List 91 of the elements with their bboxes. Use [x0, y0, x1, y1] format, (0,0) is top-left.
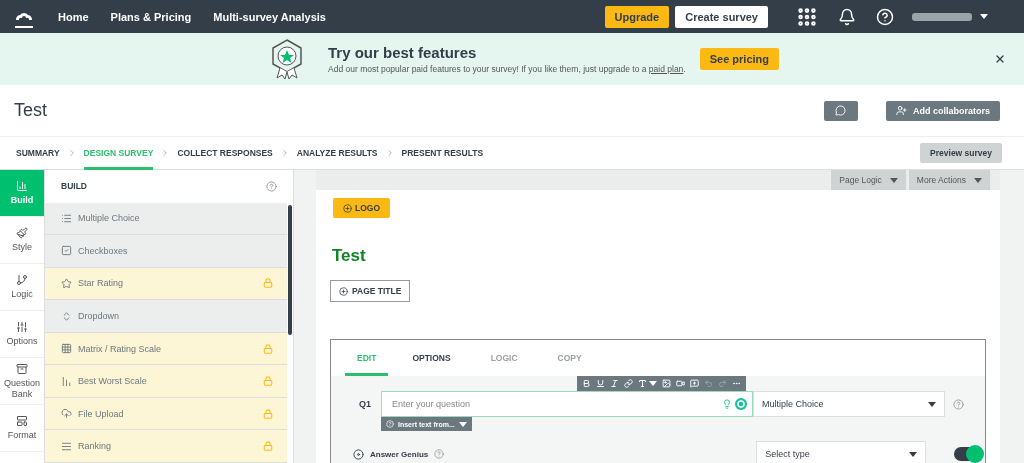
bold-icon — [582, 379, 591, 388]
preview-survey-button[interactable]: Preview survey — [920, 143, 1002, 163]
caret-icon — [909, 451, 918, 457]
question-type-item[interactable]: Multiple Choice — [45, 202, 287, 236]
lock-icon — [263, 278, 273, 289]
upgrade-button[interactable]: Upgrade — [604, 5, 670, 28]
create-survey-button[interactable]: Create survey — [675, 5, 768, 28]
lock-icon — [263, 376, 273, 387]
action-dropdown[interactable]: Page Logic — [831, 170, 906, 190]
close-icon[interactable] — [994, 53, 1006, 65]
action-dropdown[interactable]: More Actions — [908, 170, 990, 190]
blurred-username[interactable] — [912, 12, 972, 21]
lines-icon — [61, 440, 72, 452]
banner-text: Add our most popular paid features to your survey! If you like them, just upgrade to a paid plan. — [328, 64, 686, 74]
question-type-item[interactable]: Matrix / Rating Scale — [45, 332, 287, 366]
plus-circle-icon — [339, 286, 348, 296]
help-icon — [434, 449, 445, 459]
caret-icon — [889, 177, 898, 183]
chart-icon — [16, 180, 28, 193]
question-type-item[interactable]: Dropdown — [45, 300, 287, 333]
nav-link[interactable]: Plans & Pricing — [110, 10, 192, 23]
question-input[interactable]: Enter your question — [381, 391, 753, 417]
italic-icon — [610, 379, 619, 388]
scrollbar[interactable] — [288, 205, 292, 335]
question-type-select[interactable]: Multiple Choice — [753, 391, 945, 417]
archive-icon — [16, 363, 28, 376]
question-type-item[interactable]: Best Worst Scale — [45, 365, 287, 398]
question-tab[interactable]: OPTIONS — [400, 340, 463, 376]
sliders-icon — [16, 321, 28, 334]
step-tab[interactable]: PRESENT RESULTS — [401, 136, 484, 170]
star-icon — [61, 277, 72, 289]
comment-button[interactable] — [824, 100, 858, 121]
target-icon — [353, 448, 364, 460]
text-color-icon — [638, 379, 647, 388]
branch-icon — [16, 274, 28, 287]
page-heading: Test — [332, 246, 367, 266]
up-down-icon — [61, 310, 72, 322]
cloud-upload-icon — [61, 408, 72, 420]
lock-icon — [263, 343, 273, 354]
question-type-item[interactable]: Star Rating — [45, 267, 287, 301]
help-icon — [386, 420, 394, 428]
logo-button[interactable]: LOGO — [333, 198, 391, 218]
survey-title: Test — [14, 100, 47, 121]
caret-icon — [974, 177, 982, 183]
caret-icon — [928, 401, 936, 407]
underline-icon — [596, 379, 605, 388]
list-icon — [61, 212, 72, 224]
question-type-item[interactable]: Checkboxes — [45, 235, 287, 268]
lock-icon — [263, 408, 273, 419]
speech-bubble-icon — [835, 105, 847, 116]
lightbulb-icon — [722, 399, 732, 409]
banner-title: Try our best features — [328, 44, 478, 61]
question-type-item[interactable]: Ranking — [45, 430, 287, 463]
more-icon — [732, 379, 741, 388]
bars-icon — [61, 375, 72, 387]
help-icon — [953, 398, 964, 410]
step-tab[interactable]: COLLECT RESPONSES — [177, 136, 273, 170]
user-plus-icon — [896, 105, 907, 116]
checkbox-icon — [61, 245, 72, 257]
select-type-dropdown[interactable]: Select type — [756, 441, 927, 463]
video-icon — [676, 379, 685, 388]
step-tab[interactable]: SUMMARY — [16, 136, 60, 170]
help-icon — [876, 7, 894, 26]
nav-link[interactable]: Multi-survey Analysis — [213, 10, 326, 23]
paintbrush-icon — [16, 227, 28, 240]
bell-icon — [838, 7, 856, 26]
grid-icon — [61, 343, 72, 355]
layout-icon — [16, 415, 28, 428]
caret-icon — [458, 421, 467, 427]
help-icon — [266, 180, 277, 192]
page-title-button[interactable]: PAGE TITLE — [330, 280, 411, 302]
undo-icon — [704, 379, 713, 388]
question-number: Q1 — [359, 399, 372, 409]
see-pricing-button[interactable]: See pricing — [699, 48, 779, 70]
caret-icon — [649, 381, 657, 386]
comment-icon — [690, 379, 699, 388]
lock-icon — [263, 441, 273, 452]
dropdown-caret-icon — [980, 14, 988, 19]
image-icon — [662, 379, 671, 388]
grammar-icon — [735, 398, 747, 410]
toggle-switch[interactable] — [954, 447, 983, 461]
redo-icon — [718, 379, 727, 388]
nav-link[interactable]: Home — [58, 10, 89, 23]
link-icon — [624, 379, 633, 388]
apps-icon — [796, 5, 818, 28]
question-type-item[interactable]: File Upload — [45, 397, 287, 431]
panel-title: BUILD — [61, 181, 87, 192]
add-collaborators-button[interactable]: Add collaborators — [886, 100, 1000, 121]
answer-genius-label: Answer Genius — [370, 449, 429, 459]
plus-circle-icon — [343, 203, 352, 213]
step-tab[interactable]: ANALYZE RESULTS — [296, 136, 378, 170]
